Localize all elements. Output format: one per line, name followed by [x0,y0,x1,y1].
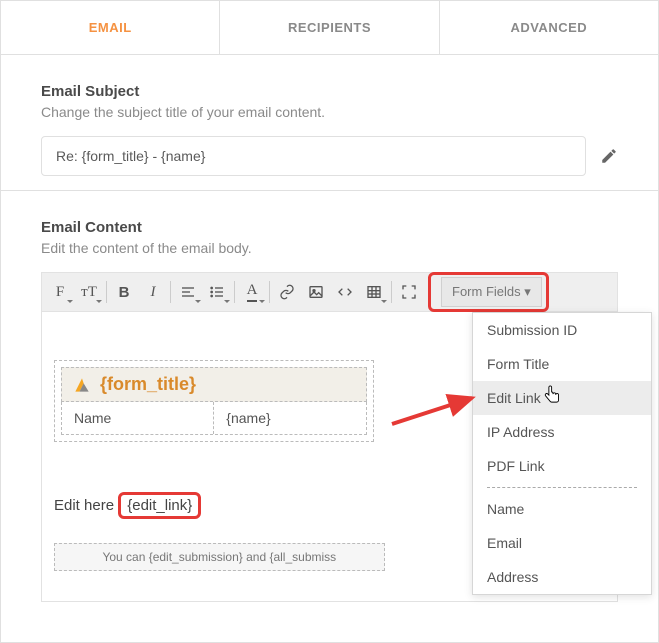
align-button[interactable] [174,278,202,306]
font-family-button[interactable]: F [46,278,74,306]
dropdown-item-ip-address[interactable]: IP Address [473,415,651,449]
subject-input[interactable] [41,136,586,176]
editor-footer-strip: You can {edit_submission} and {all_submi… [54,543,385,571]
name-token-cell: {name} [214,402,365,434]
email-content-section: Email Content Edit the content of the em… [1,191,658,642]
image-button[interactable] [302,278,330,306]
link-button[interactable] [273,278,301,306]
font-size-button[interactable]: ᴛT [75,278,103,306]
dropdown-item-email[interactable]: Email [473,526,651,560]
dropdown-item-name[interactable]: Name [473,492,651,526]
fullscreen-button[interactable] [395,278,423,306]
form-title-block: {form_title} Name {name} [54,360,374,442]
content-heading: Email Content [41,219,618,236]
email-subject-section: Email Subject Change the subject title o… [1,55,658,191]
editor-toolbar: F ᴛT B I A [41,272,618,312]
dropdown-item-submission-id[interactable]: Submission ID [473,313,651,347]
dropdown-item-form-title[interactable]: Form Title [473,347,651,381]
tab-advanced[interactable]: ADVANCED [440,1,658,54]
dropdown-separator [487,487,637,488]
code-button[interactable] [331,278,359,306]
form-fields-dropdown: Submission ID Form Title Edit Link IP Ad… [472,312,652,595]
form-fields-button[interactable]: Form Fields ▾ [441,277,542,307]
subject-heading: Email Subject [41,83,618,100]
subject-desc: Change the subject title of your email c… [41,104,618,120]
bold-button[interactable]: B [110,278,138,306]
tab-recipients[interactable]: RECIPIENTS [220,1,439,54]
dropdown-item-pdf-link[interactable]: PDF Link [473,449,651,483]
italic-button[interactable]: I [139,278,167,306]
pencil-icon[interactable] [600,147,618,165]
list-button[interactable] [203,278,231,306]
email-settings-card: EMAIL RECIPIENTS ADVANCED Email Subject … [0,0,659,643]
editor-content-area[interactable]: {form_title} Name {name} Edit here {edit… [41,312,618,602]
content-desc: Edit the content of the email body. [41,240,618,256]
name-label-cell: Name [62,402,214,434]
form-title-token: {form_title} [100,374,196,395]
text-color-button[interactable]: A [238,278,266,306]
dropdown-item-edit-link[interactable]: Edit Link [473,381,651,415]
tabs-bar: EMAIL RECIPIENTS ADVANCED [1,1,658,55]
form-logo-icon [72,375,92,395]
edit-link-token: {edit_link} [118,492,201,519]
tab-email[interactable]: EMAIL [1,1,220,54]
dropdown-item-address[interactable]: Address [473,560,651,594]
table-button[interactable] [360,278,388,306]
red-arrow-annotation [390,392,480,432]
